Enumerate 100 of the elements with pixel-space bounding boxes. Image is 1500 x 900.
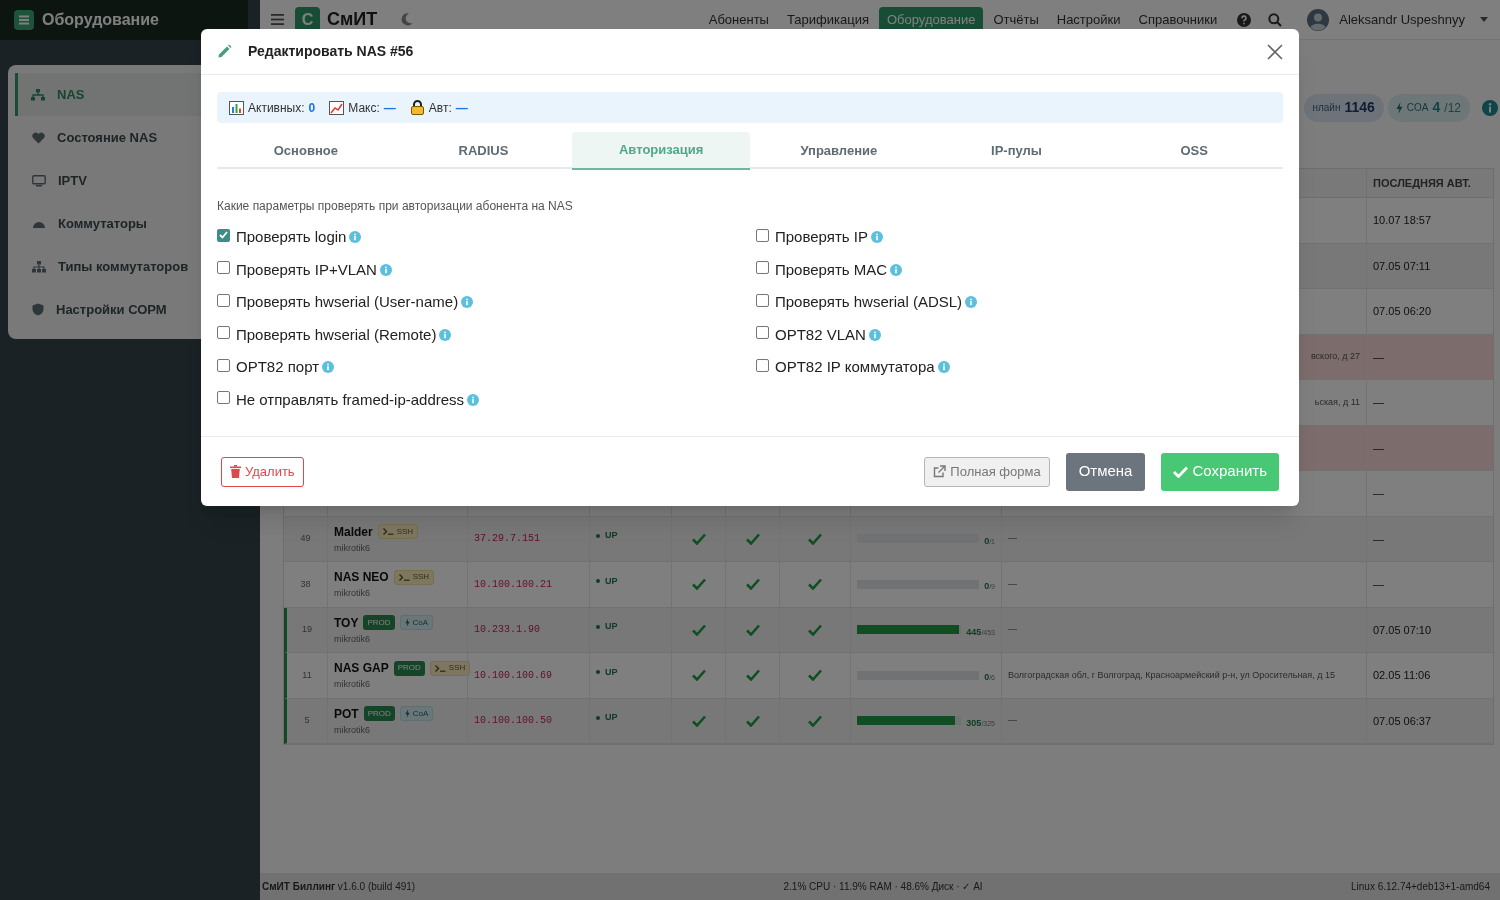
status-text: UP	[605, 574, 618, 588]
checkbox[interactable]	[217, 391, 230, 405]
option-label[interactable]: OPT82 VLAN	[775, 323, 866, 346]
address-text: —	[1008, 577, 1017, 591]
option-label[interactable]: Проверять hwserial (ADSL)	[775, 291, 963, 314]
checkbox[interactable]	[756, 261, 769, 275]
search-icon[interactable]	[1268, 12, 1283, 27]
info-icon[interactable]	[349, 231, 362, 244]
info-icon[interactable]	[439, 328, 452, 341]
option-label[interactable]: Проверять login	[236, 226, 347, 249]
table-cell: 38	[300, 577, 311, 591]
option-label[interactable]: Проверять IP+VLAN	[236, 258, 377, 281]
check-icon	[808, 623, 822, 636]
tag: PROD	[393, 660, 425, 676]
nas-name[interactable]: POT	[334, 704, 359, 723]
nav-link[interactable]: Настройки	[1048, 7, 1129, 32]
check-icon	[691, 669, 706, 682]
option-label[interactable]: Проверять MAC	[775, 258, 888, 281]
column-header[interactable]: ПОСЛЕДНЯЯ АВТ.	[1373, 174, 1471, 192]
tag: CoA	[399, 615, 434, 630]
check-icon	[745, 669, 760, 682]
list-icon	[14, 10, 34, 30]
model-text: mikrotik6	[334, 632, 370, 646]
checkbox[interactable]	[217, 261, 230, 275]
lightning-icon	[404, 618, 410, 627]
system-info: Linux 6.12.74+deb13+1-amd64	[1350, 880, 1490, 894]
option-label[interactable]: Проверять hwserial (Remote)	[236, 323, 437, 346]
help-icon[interactable]	[1237, 12, 1252, 27]
checkbox[interactable]	[217, 228, 230, 242]
external-link-icon	[933, 465, 947, 478]
menu-icon[interactable]	[271, 14, 284, 25]
info-icon[interactable]	[937, 361, 950, 374]
cancel-button[interactable]: Отмена	[1065, 452, 1146, 491]
close-icon[interactable]	[1267, 43, 1283, 60]
info-icon[interactable]	[965, 296, 978, 309]
option-label[interactable]: OPT82 порт	[236, 356, 320, 379]
option-label[interactable]: OPT82 IP коммутатора	[775, 356, 935, 379]
nas-name[interactable]: Malder	[334, 522, 373, 541]
tab[interactable]: IP-пулы	[927, 132, 1106, 170]
info-icon[interactable]	[890, 263, 903, 276]
checkbox[interactable]	[756, 358, 769, 372]
dialog-title: Редактировать NAS #56	[248, 42, 414, 61]
moon-icon[interactable]	[401, 13, 414, 26]
tab[interactable]: Управление	[750, 132, 928, 170]
table-cell-text: 02.05 11:06	[1373, 668, 1431, 683]
version-text: СмИТ Биллинг v1.6.0 (build 491)	[262, 880, 416, 894]
caret-icon[interactable]	[1480, 17, 1488, 22]
nav-link[interactable]: Абоненты	[700, 7, 777, 32]
full-form-button[interactable]: Полная форма	[924, 456, 1050, 487]
status-text: UP	[605, 665, 618, 679]
tab[interactable]: OSS	[1105, 132, 1284, 170]
nav-link[interactable]: Справочники	[1130, 7, 1226, 32]
tag: PROD	[363, 615, 395, 630]
option-label[interactable]: Не отправлять framed-ip-address	[236, 388, 465, 411]
checkbox[interactable]	[756, 293, 769, 307]
checkbox[interactable]	[756, 326, 769, 340]
nav-link[interactable]: Отчёты	[985, 7, 1047, 32]
checkbox[interactable]	[217, 358, 230, 372]
stat-pill: COA 4 /12	[1387, 93, 1470, 122]
user-name[interactable]: Aleksandr Uspeshnyy	[1339, 9, 1465, 30]
network-icon	[31, 88, 45, 101]
info-icon[interactable]	[870, 231, 883, 244]
delete-button[interactable]: Удалить	[221, 456, 304, 487]
option-label[interactable]: Проверять hwserial (User-name)	[236, 291, 459, 314]
check-icon	[745, 623, 760, 636]
info-icon[interactable]	[1482, 99, 1498, 116]
heart-icon	[32, 131, 45, 144]
table-cell-text: —	[1373, 440, 1384, 456]
tab[interactable]: Авторизация	[572, 132, 750, 170]
tag: SSH	[393, 569, 435, 585]
status-dot	[596, 579, 600, 584]
address-text: —	[1008, 714, 1017, 727]
option-label[interactable]: Проверять IP	[775, 226, 868, 249]
ip-address: 10.100.100.50	[474, 714, 552, 729]
status-text: UP	[605, 620, 618, 633]
nas-name[interactable]: NAS NEO	[334, 568, 389, 586]
check-icon	[1173, 465, 1189, 478]
avatar[interactable]	[1307, 8, 1330, 31]
tab[interactable]: RADIUS	[394, 132, 573, 170]
check-icon	[745, 714, 760, 727]
checkbox[interactable]	[756, 228, 769, 242]
info-icon[interactable]	[868, 328, 881, 341]
info-icon[interactable]	[467, 393, 480, 406]
status-dot	[596, 670, 600, 675]
system-metrics: 2.1% CPU · 11.9% RAM · 48.6% Диск · ✓ AI	[783, 880, 983, 894]
nav-link[interactable]: Тарификация	[778, 7, 877, 32]
info-icon[interactable]	[461, 296, 474, 309]
check-icon	[691, 714, 706, 727]
tag: SSH	[429, 660, 471, 676]
status-dot	[596, 624, 600, 629]
info-icon[interactable]	[322, 361, 335, 374]
check-icon	[808, 532, 822, 545]
checkbox[interactable]	[217, 326, 230, 340]
tag: SSH	[377, 524, 419, 539]
nas-name[interactable]: TOY	[334, 613, 359, 632]
checkbox[interactable]	[217, 293, 230, 307]
info-icon[interactable]	[379, 263, 392, 276]
nas-name[interactable]: NAS GAP	[334, 659, 389, 677]
model-text: mikrotik6	[334, 541, 370, 555]
table-cell-text: 5	[304, 714, 310, 727]
